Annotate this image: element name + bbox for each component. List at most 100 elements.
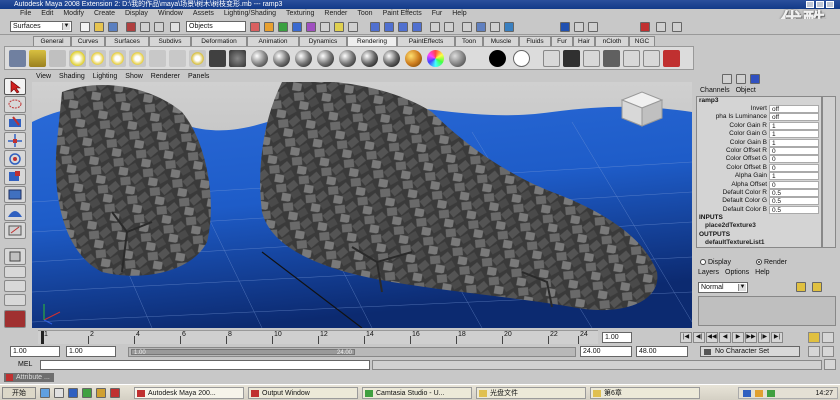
play-forward-icon[interactable]: ▶ xyxy=(732,332,744,343)
channel-box-node-name[interactable]: ramp3 xyxy=(697,97,821,105)
object-selector[interactable]: Objects xyxy=(186,21,246,32)
quicklaunch-app-icon[interactable] xyxy=(82,388,92,398)
time-slider[interactable]: 1 2 4 6 8 10 12 14 16 18 20 22 24 1.00 |… xyxy=(0,330,840,345)
render-settings-icon[interactable] xyxy=(229,50,246,67)
handle-mask-icon[interactable] xyxy=(250,22,260,32)
new-layer-icon[interactable] xyxy=(796,282,806,292)
hypershade-shelf-icon[interactable] xyxy=(543,50,560,67)
new-scene-icon[interactable] xyxy=(80,22,90,32)
four-pane-layout-icon[interactable] xyxy=(4,280,26,292)
channel-value[interactable]: 1 xyxy=(769,172,819,181)
camera-icon[interactable] xyxy=(29,50,46,67)
ipr-render-icon[interactable] xyxy=(490,22,500,32)
save-scene-icon[interactable] xyxy=(108,22,118,32)
attribute-editor-minimized[interactable]: Attribute ... xyxy=(4,373,54,382)
anim-prefs-icon[interactable] xyxy=(822,332,834,343)
select-hierarchy-icon[interactable] xyxy=(126,22,136,32)
menu-toon[interactable]: Toon xyxy=(357,9,372,19)
menu-lighting-shading[interactable]: Lighting/Shading xyxy=(224,9,276,19)
universal-manipulator-icon[interactable] xyxy=(4,186,26,203)
outliner-icon[interactable] xyxy=(656,22,666,32)
command-input[interactable] xyxy=(40,360,370,370)
menu-modify[interactable]: Modify xyxy=(63,9,84,19)
channel-value[interactable]: 0.5 xyxy=(769,205,819,214)
channel-value[interactable]: 1 xyxy=(769,130,819,139)
snap-plane-icon[interactable] xyxy=(412,22,422,32)
tab-fur[interactable]: Fur xyxy=(551,36,573,46)
camera-aim-icon[interactable] xyxy=(49,50,66,67)
phong-sphere-icon[interactable] xyxy=(295,50,312,67)
menu-render[interactable]: Render xyxy=(324,9,347,19)
panel-menu-lighting[interactable]: Lighting xyxy=(93,72,118,82)
channel-box-mode-icon[interactable] xyxy=(722,74,732,84)
taskbar-button-disc-files[interactable]: 光盘文件 xyxy=(476,387,586,399)
menu-texturing[interactable]: Texturing xyxy=(286,9,314,19)
snap-grid-icon[interactable] xyxy=(370,22,380,32)
play-backward-icon[interactable]: ◀ xyxy=(719,332,731,343)
shader-white-icon[interactable] xyxy=(513,50,530,67)
range-slider[interactable]: 1.00 24.00 xyxy=(128,347,576,357)
tab-fluids[interactable]: Fluids xyxy=(519,36,551,46)
surface-mask-icon[interactable] xyxy=(292,22,302,32)
quicklaunch-maya-icon[interactable] xyxy=(110,388,120,398)
select-tool-icon[interactable] xyxy=(4,78,26,95)
render-view-icon[interactable] xyxy=(462,22,472,32)
deformer-mask-icon[interactable] xyxy=(306,22,316,32)
quicklaunch-folder-icon[interactable] xyxy=(96,388,106,398)
channel-row[interactable]: Color Offset G0 xyxy=(697,155,821,164)
layered-shader-icon[interactable] xyxy=(361,50,378,67)
panel-menu-shading[interactable]: Shading xyxy=(59,72,85,82)
current-time-marker[interactable] xyxy=(41,331,44,345)
shelf-menu-icon[interactable] xyxy=(9,50,26,67)
preferences-icon[interactable] xyxy=(822,346,834,357)
panel-menu-view[interactable]: View xyxy=(36,72,51,82)
taskbar-button-chapter6[interactable]: 第6章 xyxy=(590,387,700,399)
select-component-icon[interactable] xyxy=(154,22,164,32)
menu-paint-effects[interactable]: Paint Effects xyxy=(383,9,422,19)
channel-row[interactable]: Default Color G 0.5 xyxy=(697,197,821,206)
channel-layer-mode-icon[interactable] xyxy=(750,74,760,84)
lambert-sphere-icon[interactable] xyxy=(251,50,268,67)
channel-row[interactable]: Color Gain G1 xyxy=(697,130,821,139)
render-globals-icon[interactable] xyxy=(504,22,514,32)
taskbar-button-camtasia[interactable]: Camtasia Studio - U... xyxy=(362,387,472,399)
channel-value[interactable]: 0 xyxy=(769,180,819,189)
taskbar-button-output-window[interactable]: Output Window xyxy=(248,387,358,399)
render-radio[interactable] xyxy=(756,259,762,266)
playback-end-field[interactable]: 24.00 xyxy=(580,346,632,357)
menu-assets[interactable]: Assets xyxy=(193,9,214,19)
move-tool-icon[interactable] xyxy=(4,132,26,149)
command-language-label[interactable]: MEL xyxy=(18,360,32,370)
tab-toon[interactable]: Toon xyxy=(455,36,483,46)
time-ruler[interactable]: 1 2 4 6 8 10 12 14 16 18 20 22 24 xyxy=(38,330,598,345)
tab-muscle[interactable]: Muscle xyxy=(483,36,519,46)
perspective-viewport[interactable] xyxy=(32,82,692,328)
channel-value[interactable]: 0 xyxy=(769,163,819,172)
persp-outliner-layout-icon[interactable] xyxy=(4,294,26,306)
tray-app-icon[interactable] xyxy=(767,390,775,397)
go-to-end-icon[interactable]: ▶| xyxy=(771,332,783,343)
auto-key-icon[interactable] xyxy=(808,346,820,357)
mental-ray-icon[interactable] xyxy=(663,50,680,67)
channel-value[interactable]: 0 xyxy=(769,146,819,155)
tray-network-icon[interactable] xyxy=(743,390,751,397)
select-object-icon[interactable] xyxy=(140,22,150,32)
light-editor-icon[interactable] xyxy=(209,50,226,67)
phonge-sphere-icon[interactable] xyxy=(317,50,334,67)
ambient-light-icon[interactable] xyxy=(69,50,86,67)
channel-row[interactable]: Color Offset R0 xyxy=(697,146,821,155)
script-editor-icon[interactable] xyxy=(824,359,836,370)
dynamics-mask-icon[interactable] xyxy=(320,22,330,32)
step-back-icon[interactable]: ◀| xyxy=(693,332,705,343)
output-node-defaulttexturelist[interactable]: defaultTextureList1 xyxy=(697,239,821,247)
channel-value[interactable]: 0.5 xyxy=(769,197,819,206)
prev-key-icon[interactable]: ◀◀ xyxy=(706,332,718,343)
channel-row[interactable]: Alpha Offset 0 xyxy=(697,180,821,189)
soft-modification-icon[interactable] xyxy=(4,204,26,221)
new-layer-selected-icon[interactable] xyxy=(812,282,822,292)
point-light-icon[interactable] xyxy=(109,50,126,67)
tab-general[interactable]: General xyxy=(33,36,71,46)
blinn-sphere-icon[interactable] xyxy=(273,50,290,67)
volume-light-icon[interactable] xyxy=(169,50,186,67)
channel-value[interactable]: 1 xyxy=(769,121,819,130)
